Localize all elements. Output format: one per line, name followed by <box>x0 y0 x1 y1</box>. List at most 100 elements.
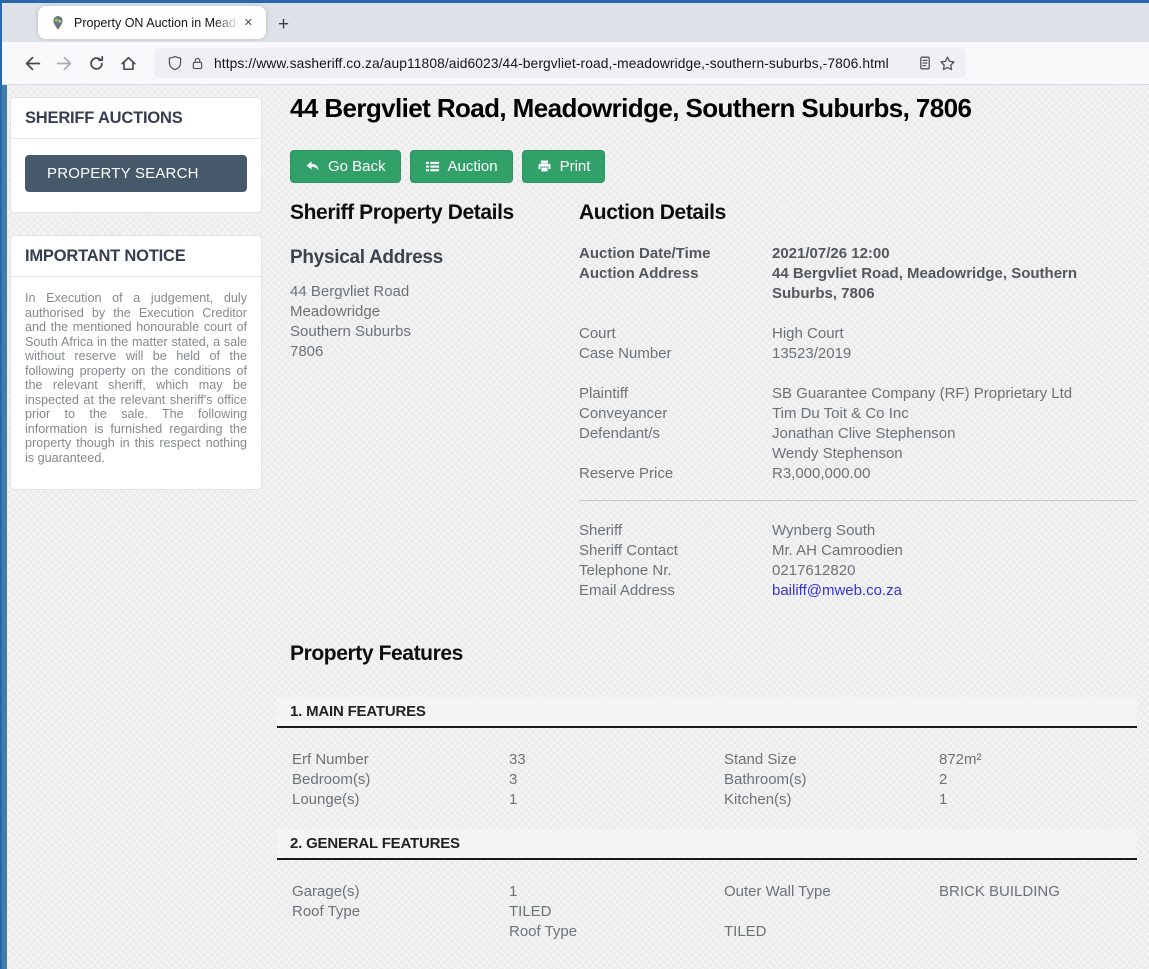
detail-row: Wendy Stephenson <box>579 444 1137 464</box>
address-line: Meadowridge <box>290 302 579 322</box>
detail-label: Reserve Price <box>579 464 772 484</box>
detail-label: Conveyancer <box>579 404 772 424</box>
back-icon[interactable] <box>16 48 48 78</box>
auction-label: Auction <box>448 158 498 175</box>
tab-title: Property ON Auction in Meado <box>74 16 239 30</box>
site-favicon-pin-icon <box>50 15 66 31</box>
auction-details: Auction Details Auction Date/Time 2021/0… <box>579 202 1137 601</box>
feature-label: Bedroom(s) <box>292 770 509 790</box>
auction-details-heading: Auction Details <box>579 202 1137 224</box>
new-tab-button[interactable]: + <box>266 14 301 36</box>
feature-value: 33 <box>509 750 724 770</box>
detail-row: Email Address bailiff@mweb.co.za <box>579 581 1137 601</box>
main-features-section-header: 1. MAIN FEATURES <box>277 697 1137 728</box>
main-content: 44 Bergvliet Road, Meadowridge, Southern… <box>277 85 1137 969</box>
property-details-heading: Sheriff Property Details <box>290 202 579 224</box>
feature-value: 1 <box>509 790 724 810</box>
physical-address-heading: Physical Address <box>290 247 579 269</box>
page-title: 44 Bergvliet Road, Meadowridge, Southern… <box>290 94 1137 123</box>
reload-icon[interactable] <box>80 48 112 78</box>
detail-label: Court <box>579 324 772 344</box>
detail-value: Mr. AH Camroodien <box>772 541 903 561</box>
important-notice-card: IMPORTANT NOTICE In Execution of a judge… <box>10 235 262 490</box>
detail-row: Conveyancer Tim Du Toit & Co Inc <box>579 404 1137 424</box>
detail-value: 2021/07/26 12:00 <box>772 244 890 264</box>
detail-label: Plaintiff <box>579 384 772 404</box>
feature-value: 1 <box>509 882 724 902</box>
list-icon <box>425 159 440 174</box>
url-text[interactable]: https://www.sasheriff.co.za/aup11808/aid… <box>214 56 914 71</box>
go-back-label: Go Back <box>328 158 386 175</box>
address-line: 44 Bergvliet Road <box>290 282 579 302</box>
detail-row: Auction Address 44 Bergvliet Road, Meado… <box>579 264 1137 304</box>
feature-value: 1 <box>939 790 1137 810</box>
general-features-section-header: 2. GENERAL FEATURES <box>277 829 1137 860</box>
detail-row: Reserve Price R3,000,000.00 <box>579 464 1137 484</box>
auction-court-group: Court High Court Case Number 13523/2019 <box>579 324 1137 364</box>
tracking-shield-icon[interactable] <box>164 52 186 74</box>
feature-label: Garage(s) <box>292 882 509 902</box>
browser-window: Property ON Auction in Meado ✕ + https:/… <box>0 0 1149 969</box>
page-content: SHERIFF AUCTIONS PROPERTY SEARCH IMPORTA… <box>2 85 1149 969</box>
important-notice-text: In Execution of a judgement, duly author… <box>11 277 261 489</box>
browser-toolbar: https://www.sasheriff.co.za/aup11808/aid… <box>2 42 1149 85</box>
feature-label: Bathroom(s) <box>724 770 939 790</box>
action-buttons: Go Back Auction Print <box>290 150 1137 183</box>
feature-label: Outer Wall Type <box>724 882 939 902</box>
feature-value: 872m² <box>939 750 1137 770</box>
feature-value: 2 <box>939 770 1137 790</box>
detail-label <box>579 444 772 464</box>
address-line: Southern Suburbs <box>290 322 579 342</box>
auction-primary-group: Auction Date/Time 2021/07/26 12:00 Aucti… <box>579 244 1137 304</box>
detail-label: Auction Date/Time <box>579 244 772 264</box>
address-line: 7806 <box>290 342 579 362</box>
detail-row: Sheriff Contact Mr. AH Camroodien <box>579 541 1137 561</box>
detail-value: 44 Bergvliet Road, Meadowridge, Southern… <box>772 264 1137 304</box>
sheriff-property-details: Sheriff Property Details Physical Addres… <box>290 202 579 601</box>
feature-value: BRICK BUILDING <box>939 882 1137 902</box>
detail-label: Defendant/s <box>579 424 772 444</box>
lock-icon[interactable] <box>186 52 208 74</box>
feature-label <box>724 902 939 922</box>
feature-label: Roof Type <box>509 922 724 942</box>
property-features-heading: Property Features <box>290 643 1137 665</box>
print-button[interactable]: Print <box>522 150 606 183</box>
detail-value: 13523/2019 <box>772 344 851 364</box>
detail-row: Defendant/s Jonathan Clive Stephenson <box>579 424 1137 444</box>
feature-value: TILED <box>724 922 939 942</box>
feature-label: Roof Type <box>292 902 509 922</box>
detail-label: Email Address <box>579 581 772 601</box>
reader-mode-icon[interactable] <box>914 52 936 74</box>
property-search-button[interactable]: PROPERTY SEARCH <box>25 155 247 192</box>
browser-tab[interactable]: Property ON Auction in Meado ✕ <box>38 6 266 39</box>
sheriff-auctions-card: SHERIFF AUCTIONS PROPERTY SEARCH <box>10 97 262 213</box>
sheriff-auctions-title: SHERIFF AUCTIONS <box>11 98 261 139</box>
feature-label: Stand Size <box>724 750 939 770</box>
detail-value: Wendy Stephenson <box>772 444 903 464</box>
auction-button[interactable]: Auction <box>410 150 513 183</box>
sheriff-email-link[interactable]: bailiff@mweb.co.za <box>772 581 902 601</box>
detail-label: Telephone Nr. <box>579 561 772 581</box>
feature-value <box>939 902 1137 922</box>
main-features-table: Erf Number 33 Stand Size 872m² Bedroom(s… <box>290 750 1137 810</box>
tab-close-icon[interactable]: ✕ <box>239 13 258 32</box>
home-icon[interactable] <box>112 48 144 78</box>
sidebar: SHERIFF AUCTIONS PROPERTY SEARCH IMPORTA… <box>10 97 262 969</box>
printer-icon <box>537 159 552 174</box>
detail-label: Auction Address <box>579 264 772 304</box>
reply-arrow-icon <box>305 159 320 174</box>
address-bar[interactable]: https://www.sasheriff.co.za/aup11808/aid… <box>154 48 966 78</box>
bookmark-star-icon[interactable] <box>936 52 958 74</box>
detail-label: Case Number <box>579 344 772 364</box>
feature-label <box>292 922 509 942</box>
left-accent-bar <box>2 85 7 969</box>
go-back-button[interactable]: Go Back <box>290 150 401 183</box>
detail-value: High Court <box>772 324 844 344</box>
detail-value: 0217612820 <box>772 561 855 581</box>
detail-label: Sheriff Contact <box>579 541 772 561</box>
general-features-table: Garage(s) 1 Outer Wall Type BRICK BUILDI… <box>290 882 1137 942</box>
detail-label: Sheriff <box>579 521 772 541</box>
forward-icon[interactable] <box>48 48 80 78</box>
feature-value: TILED <box>509 902 724 922</box>
section-divider <box>579 500 1137 501</box>
